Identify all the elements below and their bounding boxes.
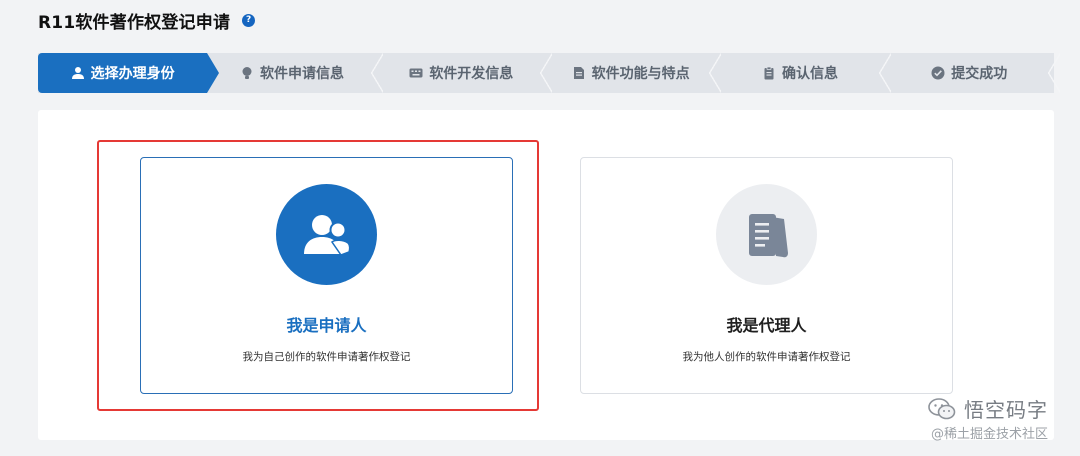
step-label: 软件功能与特点 bbox=[591, 66, 690, 82]
papers-icon bbox=[748, 213, 788, 257]
applicant-description: 我为自己创作的软件申请著作权登记 bbox=[242, 351, 411, 363]
clipboard-icon bbox=[762, 66, 776, 80]
agent-title: 我是代理人 bbox=[726, 316, 807, 335]
page-title: R11软件著作权登记申请 bbox=[38, 12, 231, 33]
applicant-avatar bbox=[276, 184, 377, 285]
step-label: 确认信息 bbox=[781, 66, 838, 82]
watermark-source: @稀土掘金技术社区 bbox=[930, 427, 1048, 442]
step-label: 软件开发信息 bbox=[429, 66, 514, 82]
step-submit-success[interactable]: 提交成功 bbox=[885, 53, 1061, 93]
identity-selection-panel: 我是申请人 我为自己创作的软件申请著作权登记 我是代理人 我为他人创作的软件申请… bbox=[38, 110, 1054, 440]
agent-option-card[interactable]: 我是代理人 我为他人创作的软件申请著作权登记 bbox=[580, 157, 953, 394]
agent-description: 我为他人创作的软件申请著作权登记 bbox=[682, 351, 851, 363]
users-icon bbox=[303, 214, 350, 256]
bulb-icon bbox=[240, 66, 254, 80]
step-select-identity[interactable]: 选择办理身份 bbox=[38, 53, 220, 93]
wechat-icon bbox=[928, 397, 956, 419]
step-confirm-info[interactable]: 确认信息 bbox=[715, 53, 891, 93]
title-bar: R11软件著作权登记申请 ? bbox=[38, 8, 256, 33]
help-icon[interactable]: ? bbox=[242, 13, 256, 27]
applicant-title: 我是申请人 bbox=[286, 316, 367, 335]
step-software-application[interactable]: 软件申请信息 bbox=[207, 53, 383, 93]
step-label: 软件申请信息 bbox=[259, 66, 344, 82]
step-software-features[interactable]: 软件功能与特点 bbox=[546, 53, 722, 93]
keyboard-icon bbox=[409, 66, 423, 80]
watermark: 悟空码字 @稀土掘金技术社区 bbox=[928, 394, 1048, 442]
agent-avatar bbox=[716, 184, 817, 285]
step-software-development[interactable]: 软件开发信息 bbox=[377, 53, 553, 93]
user-icon bbox=[71, 66, 85, 80]
step-label: 选择办理身份 bbox=[90, 66, 175, 82]
step-progress-bar: 选择办理身份 软件申请信息 软件开发信息 软件功能与特点 确认信息 提交成功 bbox=[38, 53, 1061, 93]
watermark-name: 悟空码字 bbox=[964, 398, 1048, 422]
document-icon bbox=[572, 66, 586, 80]
step-label: 提交成功 bbox=[951, 66, 1008, 82]
applicant-option-card[interactable]: 我是申请人 我为自己创作的软件申请著作权登记 bbox=[140, 157, 513, 394]
check-circle-icon bbox=[931, 66, 945, 80]
